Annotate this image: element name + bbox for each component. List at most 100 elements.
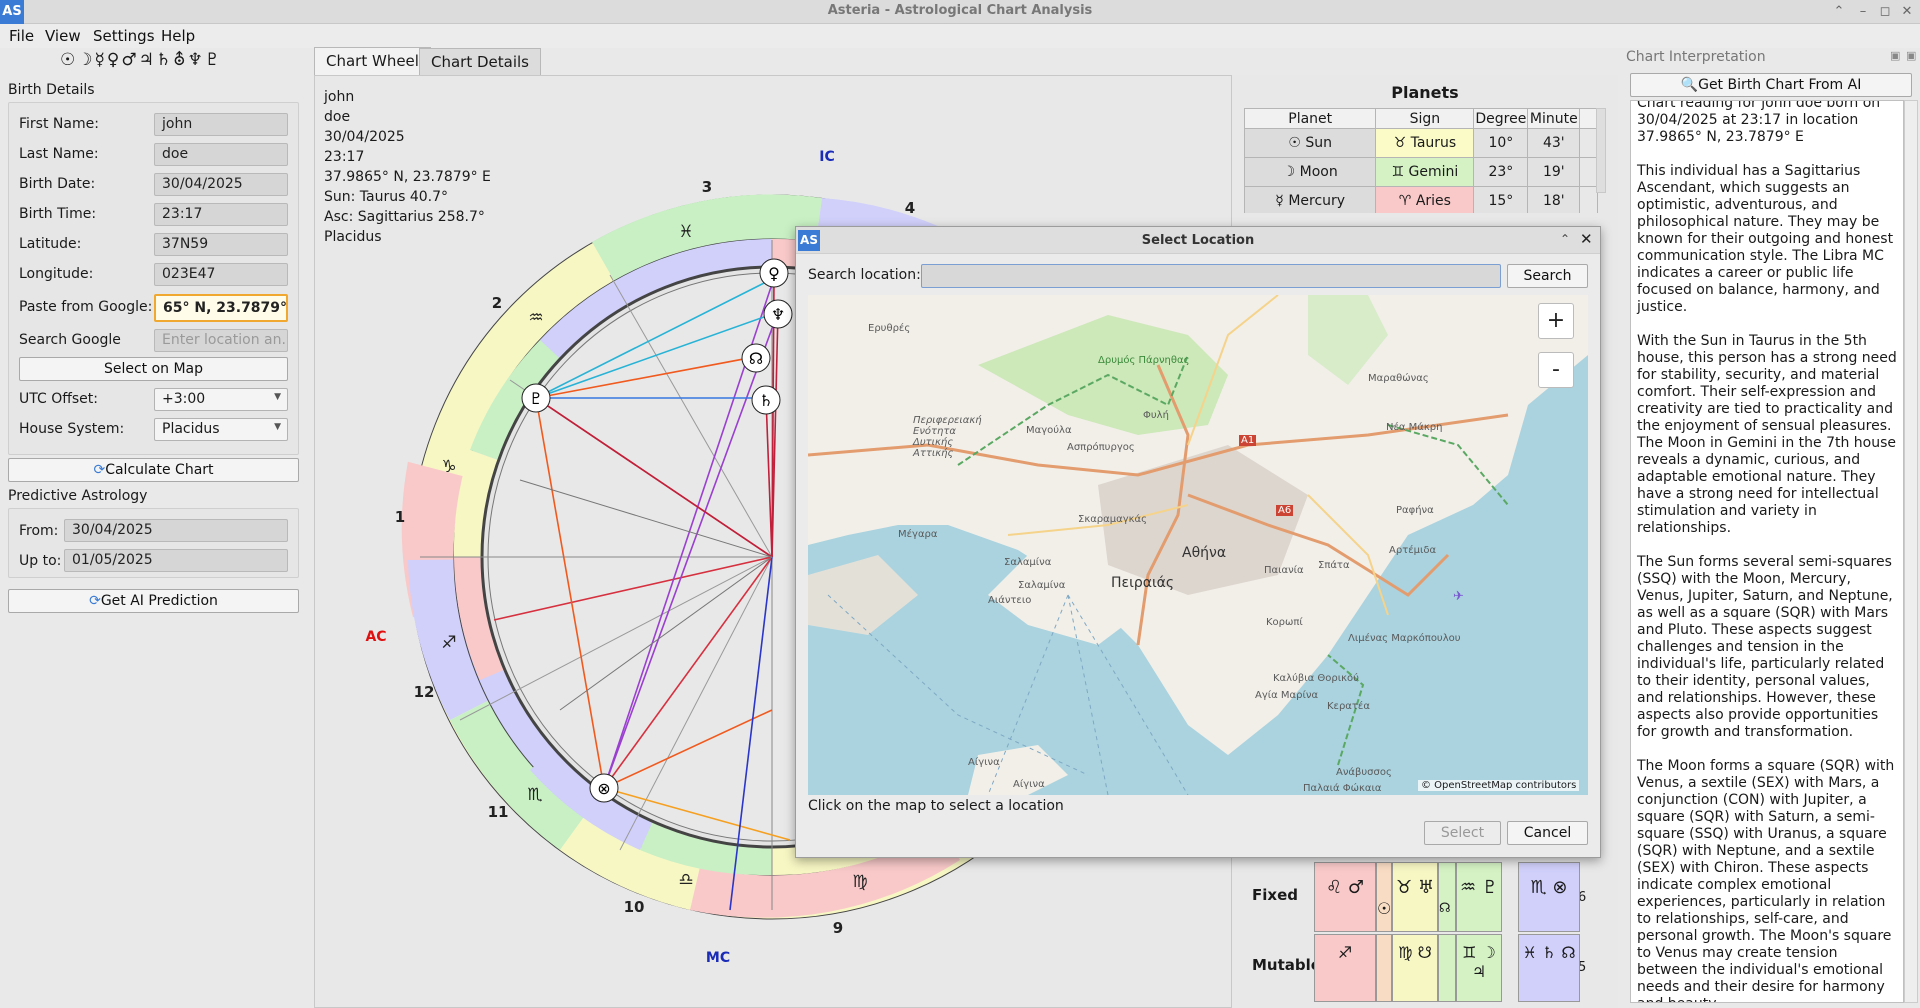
refresh-icon: ⟳: [93, 462, 106, 478]
map-label: Πειραιάς: [1111, 575, 1175, 591]
search-google-label: Search Google: [19, 332, 121, 348]
search-button[interactable]: Search: [1507, 264, 1588, 288]
float-panel-icon[interactable]: ▣: [1890, 49, 1900, 62]
from-date-field[interactable]: 30/04/2025: [64, 519, 288, 542]
mercury-icon: ☿: [1275, 193, 1284, 209]
dialog-title: Select Location: [1141, 233, 1255, 248]
interpretation-scrollbar[interactable]: [1904, 100, 1918, 1003]
planet-name: Mercury: [1288, 193, 1346, 209]
longitude-field[interactable]: 023E47: [154, 263, 288, 286]
cancel-button[interactable]: Cancel: [1507, 821, 1588, 845]
zoom-out-button[interactable]: -: [1538, 352, 1574, 388]
house-1-number: 1: [395, 508, 405, 526]
aries-icon: ♈: [1398, 193, 1412, 209]
sign-name: Aries: [1415, 193, 1451, 209]
latitude-field[interactable]: 37N59: [154, 233, 288, 256]
tab-chart-details[interactable]: Chart Details: [419, 48, 541, 75]
location-map[interactable]: Ερυθρές Δρυμός Πάρνηθας Μαραθώνας Φυλή Π…: [808, 295, 1588, 795]
pisces-glyph: ♓: [678, 222, 693, 242]
interpretation-text[interactable]: Chart reading for john doe born on 30/04…: [1630, 100, 1904, 1003]
dialog-close-icon[interactable]: ✕: [1580, 230, 1593, 248]
planet-name: Sun: [1305, 135, 1333, 151]
menu-help[interactable]: Help: [161, 27, 195, 45]
collapse-window-icon[interactable]: ⌃: [1830, 3, 1848, 21]
birth-date-field[interactable]: 30/04/2025: [154, 173, 288, 196]
dialog-collapse-icon[interactable]: ⌃: [1560, 232, 1570, 246]
last-name-field[interactable]: doe: [154, 143, 288, 166]
search-location-input[interactable]: [921, 264, 1501, 288]
scorpio-glyph: ♏: [527, 785, 542, 805]
map-label: Αθήνα: [1182, 545, 1227, 561]
pluto-marker: ♇: [529, 389, 543, 408]
select-button[interactable]: Select: [1424, 821, 1501, 845]
airport-icon: ✈: [1453, 589, 1464, 604]
degree-cell: 10°: [1473, 128, 1529, 158]
utc-offset-select[interactable]: +3:00 ▼: [154, 388, 288, 411]
house-11-number: 11: [488, 803, 509, 821]
get-ai-prediction-button[interactable]: ⟳Get AI Prediction: [8, 589, 299, 613]
maximize-window-icon[interactable]: ◻: [1876, 3, 1894, 21]
mutable-fire-cell: ♐: [1314, 934, 1376, 1002]
map-label: Κορωπί: [1266, 617, 1303, 628]
menu-view[interactable]: View: [45, 27, 81, 45]
table-row[interactable]: ☿ Mercury ♈ Aries 15° 18': [1244, 186, 1598, 213]
fixed-fire-cell: ♌ ♂: [1314, 862, 1376, 932]
close-window-icon[interactable]: ✕: [1898, 3, 1916, 21]
house-system-value: Placidus: [162, 421, 220, 437]
birth-details-title: Birth Details: [8, 82, 95, 98]
planets-table-scrollbar[interactable]: [1596, 108, 1606, 193]
planet-glyph-toolbar[interactable]: ☉☽☿♀♂♃♄⛢♆♇: [60, 50, 222, 70]
part-of-fortune-marker: ⊗: [597, 779, 610, 798]
mutable-label: Mutable: [1252, 956, 1321, 974]
minute-cell: 43': [1527, 128, 1581, 158]
table-row[interactable]: ☉ Sun ♉ Taurus 10° 43': [1244, 128, 1598, 158]
select-on-map-button[interactable]: Select on Map: [19, 357, 288, 381]
capricorn-glyph: ♑: [441, 457, 456, 477]
menu-file[interactable]: File: [9, 27, 34, 45]
mutable-air-cell: ♊ ☽ ♃: [1456, 934, 1502, 1002]
minute-cell: 18': [1527, 186, 1581, 213]
fixed-label: Fixed: [1252, 886, 1298, 904]
header-spacer: [1579, 108, 1598, 129]
get-birth-chart-ai-button[interactable]: 🔍Get Birth Chart From AI: [1630, 73, 1912, 97]
dropdown-arrow-icon: ▼: [274, 422, 281, 432]
house-system-select[interactable]: Placidus ▼: [154, 418, 288, 441]
house-3-number: 3: [702, 178, 712, 196]
first-name-field[interactable]: john: [154, 113, 288, 136]
map-label: Μαραθώνας: [1368, 373, 1429, 384]
header-minute[interactable]: Minute: [1527, 108, 1581, 129]
house-9-number: 9: [833, 919, 843, 937]
map-label: Αρτέμιδα: [1389, 545, 1437, 556]
header-planet[interactable]: Planet: [1244, 108, 1377, 129]
fixed-sun-cell: ☉: [1376, 862, 1392, 932]
close-panel-icon[interactable]: ▣: [1906, 49, 1916, 62]
ac-label: AC: [365, 629, 386, 645]
header-sign[interactable]: Sign: [1375, 108, 1475, 129]
sun-icon: ☉: [1288, 135, 1301, 151]
birth-time-field[interactable]: 23:17: [154, 203, 288, 226]
calculate-chart-button[interactable]: ⟳Calculate Chart: [8, 458, 299, 482]
first-name-label: First Name:: [19, 116, 99, 132]
latitude-label: Latitude:: [19, 236, 82, 252]
map-attribution[interactable]: © OpenStreetMap contributors: [1418, 780, 1580, 791]
map-label: Λιμένας Μαρκόπουλου: [1348, 633, 1461, 644]
search-google-field[interactable]: Enter location an...: [154, 329, 288, 352]
map-label: Αγία Μαρίνα: [1255, 690, 1319, 701]
minimize-window-icon[interactable]: –: [1854, 3, 1872, 21]
birth-time-label: Birth Time:: [19, 206, 97, 222]
upto-date-field[interactable]: 01/05/2025: [64, 549, 288, 572]
zoom-in-button[interactable]: +: [1538, 303, 1574, 339]
mutable-spacer-cell: [1438, 934, 1456, 1002]
degree-cell: 23°: [1473, 157, 1529, 187]
paste-google-field[interactable]: 65° N, 23.7879° E: [154, 294, 288, 322]
menu-settings[interactable]: Settings: [93, 27, 155, 45]
map-label: Μαγούλα: [1026, 425, 1072, 436]
map-label: Καλύβια Θορικού: [1273, 673, 1359, 684]
aquarius-glyph: ♒: [528, 308, 543, 328]
interpretation-paragraph: The Sun forms several semi-squares (SSQ)…: [1637, 554, 1893, 740]
map-label: Σκαραμαγκάς: [1078, 514, 1147, 525]
header-degree[interactable]: Degree: [1473, 108, 1529, 129]
tab-chart-wheel[interactable]: Chart Wheel: [314, 47, 431, 76]
minute-cell: 19': [1527, 157, 1581, 187]
table-row[interactable]: ☽ Moon ♊ Gemini 23° 19': [1244, 157, 1598, 187]
